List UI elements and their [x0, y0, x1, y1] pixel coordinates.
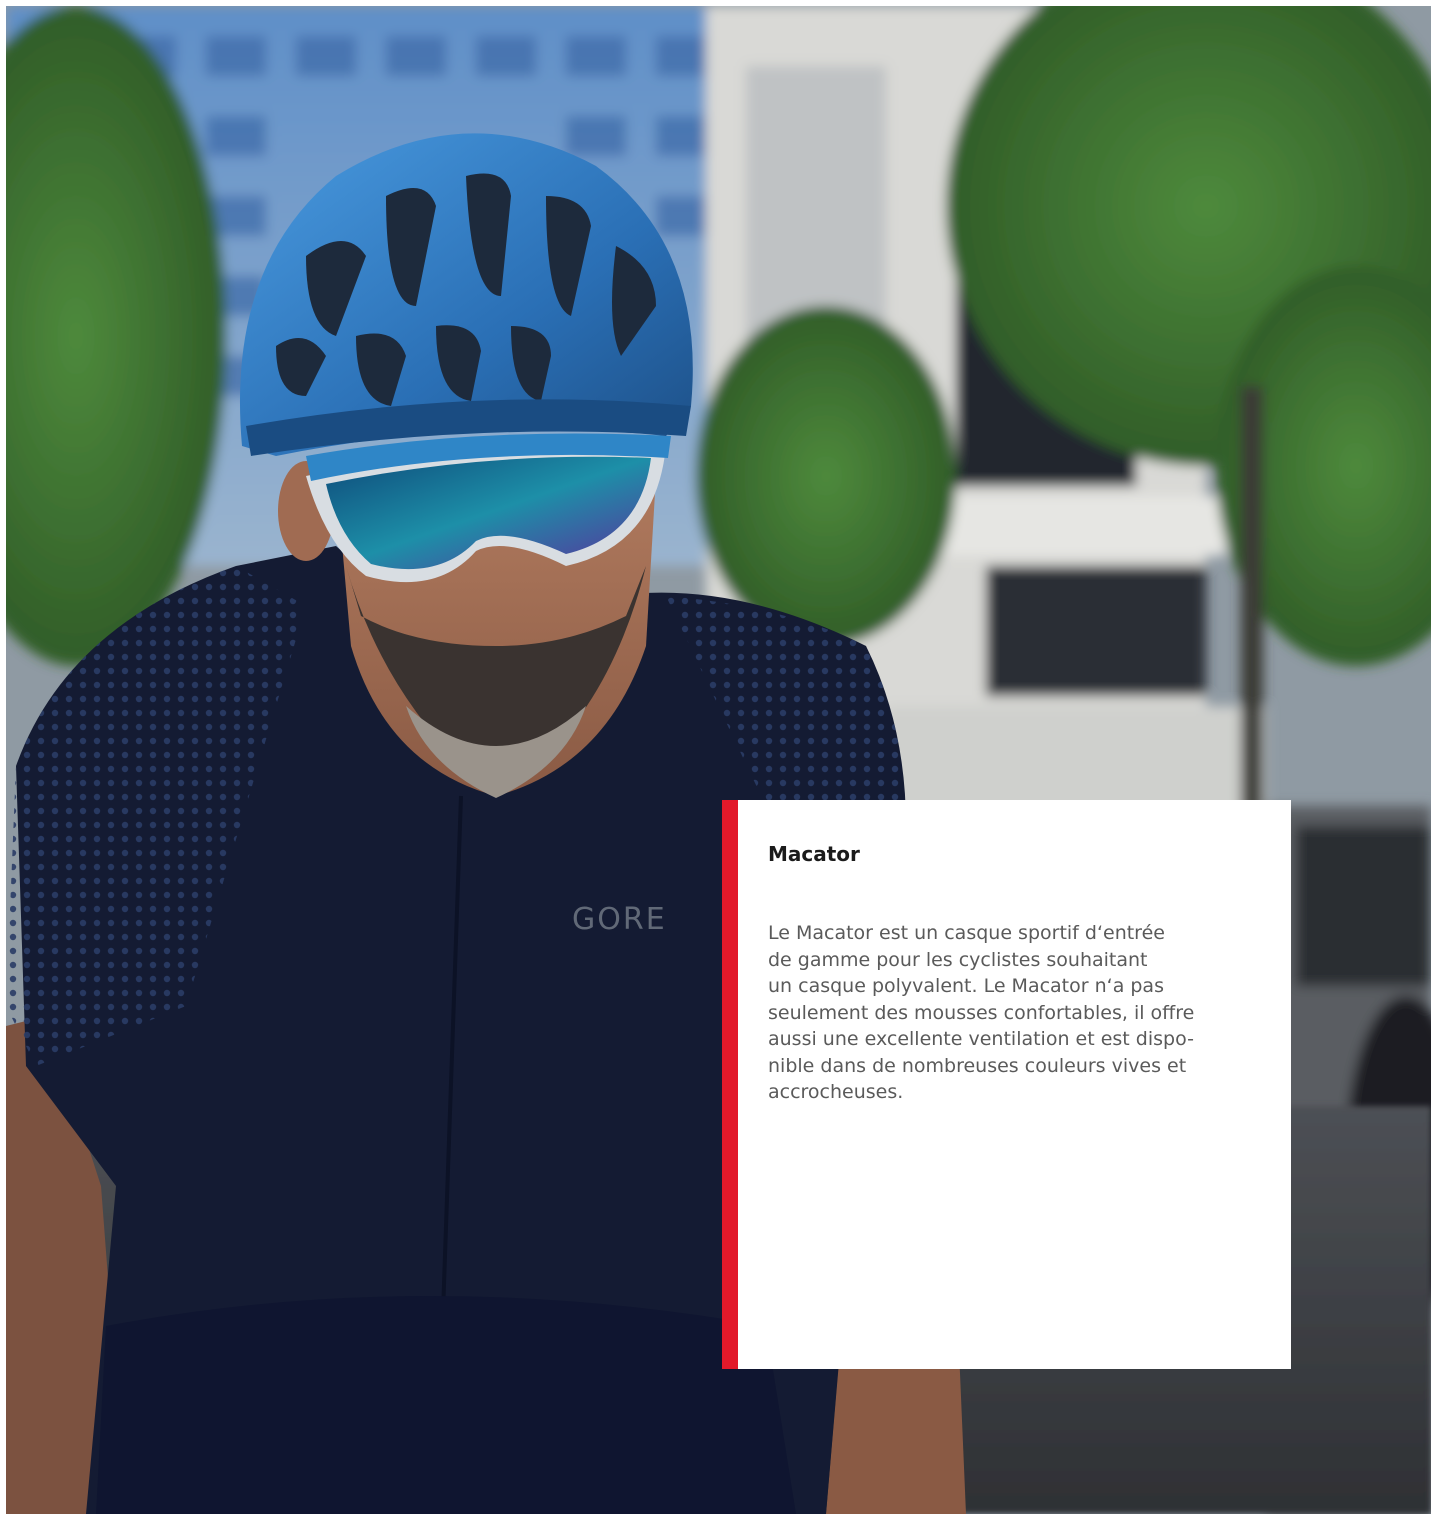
- card-description: Le Macator est un casque sportif d‘entré…: [768, 922, 1195, 1103]
- product-info-card: Macator Le Macator est un casque sportif…: [722, 800, 1291, 1369]
- card-title: Macator: [768, 842, 860, 866]
- page: GORE Macator Le Macator est un casque sp…: [0, 0, 1437, 1518]
- red-accent-bar: [722, 800, 738, 1369]
- jersey-logo-text: GORE: [572, 902, 667, 937]
